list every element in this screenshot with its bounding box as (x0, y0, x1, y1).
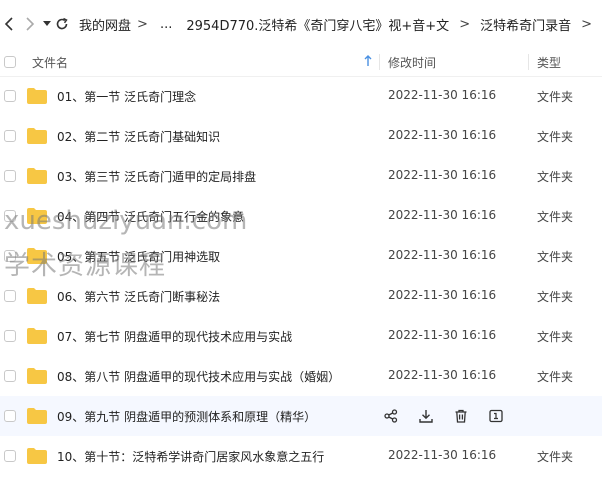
modified-time: 2022-11-30 16:16 (388, 88, 497, 102)
breadcrumb-item[interactable]: 2954D770.泛特希《奇门穿八宅》视+音+文 (186, 15, 449, 34)
list-item[interactable]: 05、第五节 泛氏奇门用神选取 2022-11-30 16:16 文件夹 (0, 236, 602, 276)
column-header-type[interactable]: 类型 (537, 54, 561, 71)
folder-icon (27, 208, 47, 224)
modified-time: 2022-11-30 16:16 (388, 168, 497, 182)
modified-time: 2022-11-30 16:16 (388, 248, 497, 262)
row-checkbox[interactable] (4, 370, 16, 382)
column-header-time[interactable]: 修改时间 (388, 54, 436, 71)
caret-down-icon (42, 21, 51, 26)
column-divider[interactable] (528, 54, 529, 70)
file-type: 文件夹 (537, 250, 574, 264)
folder-icon (27, 128, 47, 144)
folder-icon (27, 88, 47, 104)
file-name[interactable]: 10、第十节：泛特希学讲奇门居家风水象意之五行 (57, 448, 324, 465)
sort-ascending-icon[interactable] (364, 55, 372, 67)
list-item[interactable]: 07、第七节 阴盘遁甲的现代技术应用与实战 2022-11-30 16:16 文… (0, 316, 602, 356)
navigation-bar: 我的网盘 > ... 2954D770.泛特希《奇门穿八宅》视+音+文 > 泛特… (0, 0, 602, 48)
row-checkbox[interactable] (4, 90, 16, 102)
folder-icon (27, 408, 47, 424)
refresh-button[interactable] (54, 0, 69, 48)
file-name[interactable]: 01、第一节 泛氏奇门理念 (57, 88, 196, 105)
row-checkbox[interactable] (4, 130, 16, 142)
file-type: 文件夹 (537, 450, 574, 464)
file-name[interactable]: 04、第四节 泛氏奇门五行金的象意 (57, 208, 244, 225)
file-type: 文件夹 (537, 210, 574, 224)
file-list: 01、第一节 泛氏奇门理念 2022-11-30 16:16 文件夹 02、第二… (0, 76, 602, 476)
select-all-checkbox[interactable] (4, 56, 16, 68)
refresh-icon (56, 17, 68, 30)
folder-icon (27, 248, 47, 264)
list-item[interactable]: 10、第十节：泛特希学讲奇门居家风水象意之五行 2022-11-30 16:16… (0, 436, 602, 476)
list-item[interactable]: 08、第八节 阴盘遁甲的现代技术应用与实战（婚姻） 2022-11-30 16:… (0, 356, 602, 396)
row-checkbox[interactable] (4, 250, 16, 262)
modified-time: 2022-11-30 16:16 (388, 368, 497, 382)
file-name[interactable]: 02、第二节 泛氏奇门基础知识 (57, 128, 220, 145)
file-type: 文件夹 (537, 170, 574, 184)
breadcrumb-item[interactable]: ... (160, 17, 172, 32)
chevron-left-icon (5, 17, 13, 31)
list-item[interactable]: 02、第二节 泛氏奇门基础知识 2022-11-30 16:16 文件夹 (0, 116, 602, 156)
list-item[interactable]: 06、第六节 泛氏奇门断事秘法 2022-11-30 16:16 文件夹 (0, 276, 602, 316)
history-dropdown-button[interactable] (42, 0, 53, 48)
folder-icon (27, 288, 47, 304)
modified-time: 2022-11-30 16:16 (388, 328, 497, 342)
share-button[interactable] (384, 406, 419, 426)
file-name[interactable]: 09、第九节 阴盘遁甲的预测体系和原理（精华） (57, 408, 316, 425)
row-checkbox[interactable] (4, 410, 16, 422)
breadcrumb-separator: > (459, 16, 471, 32)
more-actions-button[interactable] (489, 406, 524, 426)
breadcrumb: 我的网盘 > ... 2954D770.泛特希《奇门穿八宅》视+音+文 > 泛特… (75, 15, 602, 34)
file-name[interactable]: 05、第五节 泛氏奇门用神选取 (57, 248, 220, 265)
file-list-header: 文件名 修改时间 类型 (0, 48, 602, 77)
folder-icon (27, 328, 47, 344)
delete-button[interactable] (454, 406, 489, 426)
list-item[interactable]: 01、第一节 泛氏奇门理念 2022-11-30 16:16 文件夹 (0, 76, 602, 116)
list-item[interactable]: 03、第三节 泛氏奇门遁甲的定局排盘 2022-11-30 16:16 文件夹 (0, 156, 602, 196)
file-name[interactable]: 07、第七节 阴盘遁甲的现代技术应用与实战 (57, 328, 292, 345)
row-actions (384, 406, 524, 426)
list-item[interactable]: 04、第四节 泛氏奇门五行金的象意 2022-11-30 16:16 文件夹 (0, 196, 602, 236)
folder-icon (27, 368, 47, 384)
file-type: 文件夹 (537, 370, 574, 384)
breadcrumb-item[interactable]: 我的网盘 (79, 15, 131, 34)
file-name[interactable]: 08、第八节 阴盘遁甲的现代技术应用与实战（婚姻） (57, 368, 340, 385)
file-name[interactable]: 06、第六节 泛氏奇门断事秘法 (57, 288, 220, 305)
file-type: 文件夹 (537, 290, 574, 304)
row-checkbox[interactable] (4, 290, 16, 302)
folder-icon (27, 448, 47, 464)
column-header-name[interactable]: 文件名 (32, 54, 68, 71)
breadcrumb-separator: > (581, 16, 593, 32)
row-checkbox[interactable] (4, 210, 16, 222)
modified-time: 2022-11-30 16:16 (388, 128, 497, 142)
modified-time: 2022-11-30 16:16 (388, 448, 497, 462)
row-checkbox[interactable] (4, 170, 16, 182)
file-type: 文件夹 (537, 130, 574, 144)
modified-time: 2022-11-30 16:16 (388, 208, 497, 222)
row-checkbox[interactable] (4, 330, 16, 342)
download-icon (419, 410, 433, 423)
forward-button[interactable] (23, 0, 38, 48)
rename-icon (489, 409, 503, 423)
chevron-right-icon (26, 17, 35, 31)
share-icon (384, 409, 398, 423)
column-divider[interactable] (379, 54, 380, 70)
folder-icon (27, 168, 47, 184)
file-type: 文件夹 (537, 90, 574, 104)
breadcrumb-item[interactable]: 泛特希奇门录音 (480, 15, 571, 34)
back-button[interactable] (2, 0, 17, 48)
file-type: 文件夹 (537, 330, 574, 344)
row-checkbox[interactable] (4, 450, 16, 462)
trash-icon (455, 409, 467, 423)
list-item[interactable]: 09、第九节 阴盘遁甲的预测体系和原理（精华） (0, 396, 602, 436)
modified-time: 2022-11-30 16:16 (388, 288, 497, 302)
download-button[interactable] (419, 406, 454, 426)
file-name[interactable]: 03、第三节 泛氏奇门遁甲的定局排盘 (57, 168, 256, 185)
breadcrumb-separator: > (137, 16, 148, 32)
